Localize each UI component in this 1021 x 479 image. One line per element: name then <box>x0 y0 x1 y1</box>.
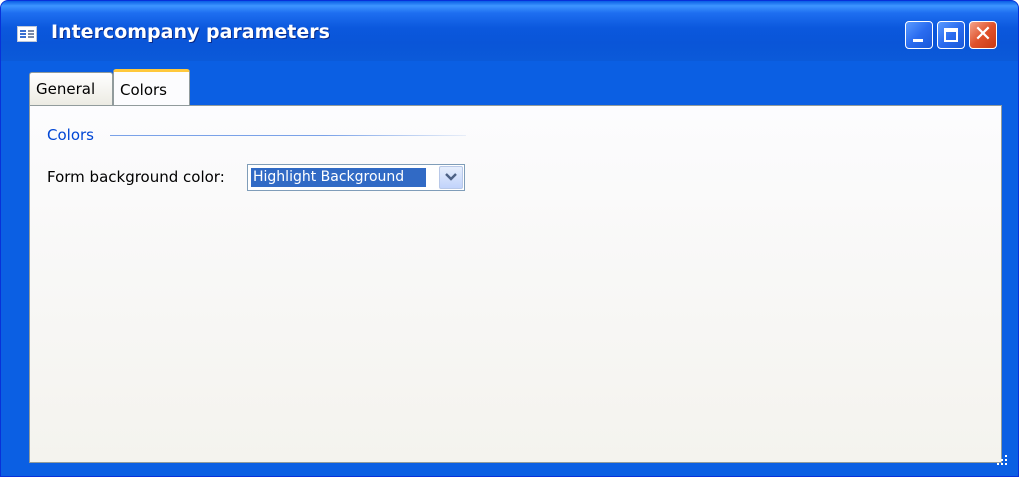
select-current-value[interactable]: Highlight Background <box>251 168 426 187</box>
tab-panel-colors: Colors Form background color: Highlight … <box>29 105 1002 463</box>
minimize-icon <box>913 39 923 42</box>
tab-strip: General Colors <box>29 69 1008 105</box>
close-button[interactable]: ✕ <box>969 21 997 49</box>
form-background-color-select[interactable]: Highlight Background <box>247 164 465 191</box>
tab-general-label: General <box>36 80 96 98</box>
maximize-icon <box>944 28 958 42</box>
title-bar[interactable]: Intercompany parameters ✕ <box>1 1 1018 61</box>
resize-grip-icon[interactable] <box>995 453 1009 467</box>
app-window: Intercompany parameters ✕ General Colors… <box>0 0 1019 477</box>
window-title: Intercompany parameters <box>51 21 330 43</box>
maximize-button[interactable] <box>937 21 965 49</box>
tab-general[interactable]: General <box>29 72 113 105</box>
tab-colors-label: Colors <box>120 81 167 99</box>
chevron-down-icon <box>445 173 457 181</box>
tab-colors[interactable]: Colors <box>113 69 190 105</box>
minimize-button[interactable] <box>905 21 933 49</box>
form-background-color-label: Form background color: <box>47 168 225 186</box>
dropdown-button[interactable] <box>439 166 463 189</box>
form-icon <box>17 26 37 42</box>
close-icon: ✕ <box>973 22 993 47</box>
group-divider <box>110 135 466 136</box>
group-label-colors: Colors <box>47 126 94 144</box>
